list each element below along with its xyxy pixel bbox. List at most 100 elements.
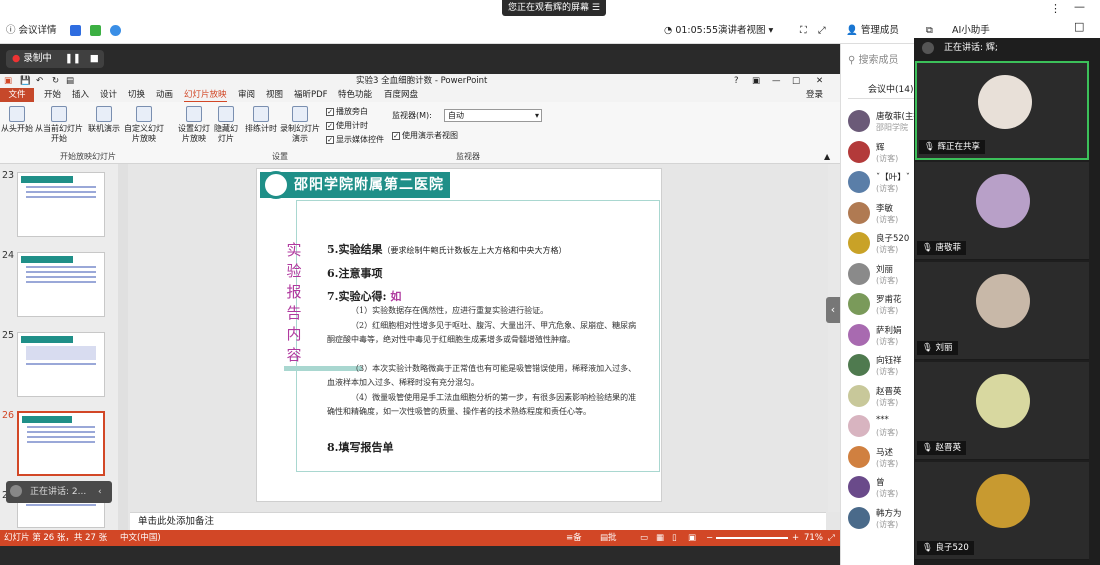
ppt-maximize-icon[interactable]: □	[792, 74, 800, 88]
presenter-view-button[interactable]: 演讲者视图 ▾	[718, 22, 773, 40]
tab-baidu[interactable]: 百度网盘	[384, 88, 418, 102]
manage-members-button[interactable]: 👤 管理成员	[846, 22, 899, 40]
tab-foxit-pdf[interactable]: 福昕PDF	[294, 88, 328, 102]
maximize-icon[interactable]: □	[1074, 20, 1084, 33]
slideshow-icon[interactable]: ▤	[66, 74, 74, 88]
link-icon[interactable]	[110, 22, 121, 40]
member-row[interactable]: 辉 (访客)	[848, 140, 914, 175]
clock-icon: ◔	[664, 25, 673, 36]
member-row[interactable]: 马述 (访客)	[848, 445, 914, 480]
thumb-header	[21, 176, 73, 183]
redo-icon[interactable]: ↻	[52, 74, 59, 88]
typed-text[interactable]: 如	[390, 290, 401, 303]
member-search-input[interactable]: ⚲ 搜索成员	[848, 52, 912, 70]
tab-insert[interactable]: 插入	[72, 88, 89, 102]
help-icon[interactable]: ?	[734, 74, 739, 88]
save-icon[interactable]: 💾	[20, 74, 31, 88]
monitor-select[interactable]: 自动 ▾	[444, 109, 542, 122]
member-row[interactable]: 赵晋英 (访客)	[848, 384, 914, 419]
collapse-ribbon-icon[interactable]: ▲	[824, 152, 830, 161]
from-start-button[interactable]: 从头开始	[0, 106, 34, 134]
shield-icon[interactable]	[70, 22, 81, 40]
show-media-checkbox[interactable]: ✓ 显示媒体控件	[326, 134, 384, 146]
tab-file[interactable]: 文件	[0, 88, 34, 102]
use-timing-checkbox[interactable]: ✓ 使用计时	[326, 120, 368, 132]
member-row[interactable]: 唐敬菲(主持 邵阳学院	[848, 110, 922, 144]
member-row[interactable]: *** (访客)	[848, 415, 914, 449]
tab-home[interactable]: 开始	[44, 88, 61, 102]
play-narration-checkbox[interactable]: ✓ 播放旁白	[326, 106, 368, 118]
from-current-button[interactable]: 从当前幻灯片开始	[34, 106, 84, 144]
member-row[interactable]: 曾 (访客)	[848, 476, 914, 510]
search-icon: ⚲	[848, 55, 856, 66]
rehearse-button[interactable]: 排练计时	[244, 106, 278, 134]
meeting-details-button[interactable]: ⓘ 会议详情	[6, 22, 57, 40]
tab-design[interactable]: 设计	[100, 88, 117, 102]
member-row[interactable]: 向钰祥 (访客)	[848, 354, 914, 388]
sorter-view-icon[interactable]: ▦	[656, 530, 664, 546]
tab-slideshow[interactable]: 幻灯片放映	[184, 88, 227, 102]
zoom-slider[interactable]	[716, 537, 788, 539]
tab-view[interactable]: 视图	[266, 88, 283, 102]
thumbs-scrollbar[interactable]	[118, 164, 128, 530]
notes-button[interactable]: ≡ 备注	[566, 530, 582, 559]
zoom-level[interactable]: 71%	[804, 530, 823, 546]
record-show-button[interactable]: 录制幻灯片演示	[278, 106, 322, 144]
slide-thumbnail[interactable]	[17, 332, 105, 397]
video-tile[interactable]: 🎙 刘丽	[915, 262, 1089, 360]
zoom-out-icon[interactable]: −	[706, 530, 713, 546]
chevron-left-icon[interactable]: ‹	[98, 481, 102, 503]
in-meeting-count[interactable]: 会议中(14)	[868, 82, 913, 95]
signal-icon[interactable]	[90, 22, 101, 40]
member-row[interactable]: 良子520 (访客)	[848, 232, 914, 266]
avatar	[848, 506, 870, 529]
video-tile[interactable]: 🎙 赵晋英	[915, 362, 1089, 460]
presenter-view-checkbox[interactable]: ✓ 使用演示者视图	[392, 130, 458, 142]
slide-thumbnail[interactable]	[17, 252, 105, 317]
reading-view-icon[interactable]: ▯	[672, 530, 677, 546]
member-row[interactable]: 李敏 (访客)	[848, 201, 914, 236]
zoom-in-icon[interactable]: +	[792, 530, 799, 546]
desktop-strip	[0, 546, 840, 565]
comments-button[interactable]: ▤ 批注	[600, 530, 617, 559]
member-row[interactable]: ˇ【叶】ˇ (访客)	[848, 171, 914, 205]
collapse-panel-button[interactable]: ‹	[826, 297, 840, 323]
ppt-minimize-icon[interactable]: —	[772, 74, 781, 88]
video-tile[interactable]: 🎙 辉正在共享	[915, 61, 1089, 160]
video-tile[interactable]: 🎙 唐敬菲	[915, 162, 1089, 260]
fullscreen-icon[interactable]: ⤢	[818, 22, 826, 40]
pause-icon[interactable]: ❚❚	[65, 53, 81, 64]
login-link[interactable]: 登录	[806, 88, 823, 102]
slide-thumbnail[interactable]	[17, 172, 105, 237]
expand-icon[interactable]: ⛶	[800, 22, 807, 40]
tab-transitions[interactable]: 切换	[128, 88, 145, 102]
notes-pane[interactable]: 单击此处添加备注	[130, 512, 826, 530]
member-row[interactable]: 韩方为 (访客)	[848, 506, 914, 541]
normal-view-icon[interactable]: ▭	[640, 530, 648, 546]
member-role: (访客)	[876, 306, 899, 315]
tab-features[interactable]: 特色功能	[338, 88, 372, 102]
minimize-icon[interactable]: —	[1074, 0, 1085, 13]
custom-show-button[interactable]: 自定义幻灯片放映	[122, 106, 166, 144]
tab-review[interactable]: 审阅	[238, 88, 255, 102]
tab-animations[interactable]: 动画	[156, 88, 173, 102]
undo-icon[interactable]: ↶	[36, 74, 43, 88]
member-row[interactable]: 罗甫花 (访客)	[848, 293, 914, 327]
pin-icon[interactable]: ⋮	[1050, 2, 1061, 15]
member-row[interactable]: 萨利娟 (访客)	[848, 323, 914, 358]
ppt-close-icon[interactable]: ✕	[816, 74, 823, 88]
online-present-button[interactable]: 联机演示	[86, 106, 122, 134]
slide-thumbnail-current[interactable]	[17, 411, 105, 476]
hide-slide-button[interactable]: 隐藏幻灯片	[212, 106, 240, 144]
slideshow-view-icon[interactable]: ▣	[688, 530, 696, 546]
setup-show-button[interactable]: 设置幻灯片放映	[176, 106, 212, 144]
recording-indicator[interactable]: ● 录制中 ❚❚ ■	[6, 50, 104, 68]
video-tile[interactable]: 🎙 良子520	[915, 462, 1089, 560]
meeting-timer: ◔ 01:05:55	[664, 25, 718, 36]
fit-window-icon[interactable]: ⤢	[828, 530, 835, 546]
ribbon-options-icon[interactable]: ▣	[752, 74, 760, 88]
thumb-line	[26, 271, 96, 273]
slide-scrollbar[interactable]	[828, 164, 840, 512]
member-row[interactable]: 刘丽 (访客)	[848, 262, 914, 297]
stop-icon[interactable]: ■	[90, 53, 99, 64]
